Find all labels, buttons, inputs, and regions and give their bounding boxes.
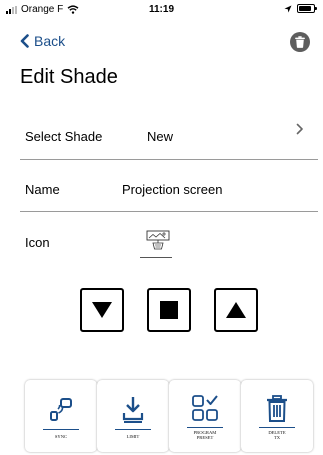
stop-button[interactable] — [147, 288, 191, 332]
triangle-up-icon — [226, 302, 246, 318]
limit-button[interactable]: LIMIT — [97, 380, 169, 452]
battery-level — [299, 6, 311, 11]
name-field[interactable]: Projection screen — [122, 182, 222, 197]
page-title: Edit Shade — [20, 66, 118, 88]
projection-screen-icon[interactable] — [144, 228, 172, 256]
limit-icon — [122, 397, 144, 423]
tile-underline — [187, 427, 223, 428]
sync-label: SYNC — [54, 434, 68, 439]
select-shade-value: New — [147, 129, 174, 144]
back-label: Back — [34, 33, 66, 49]
divider — [20, 211, 318, 212]
tile-underline — [43, 429, 79, 430]
icon-label: Icon — [25, 235, 50, 250]
select-shade-label: Select Shade — [25, 129, 103, 144]
chevron-left-icon — [20, 34, 29, 48]
limit-label: LIMIT — [126, 434, 140, 439]
delete-tx-icon — [267, 395, 287, 422]
delete-tx-button[interactable]: DELETE TX — [241, 380, 313, 452]
status-time: 11:19 — [148, 4, 175, 15]
triangle-down-icon — [92, 302, 112, 318]
name-label: Name — [25, 182, 60, 197]
program-preset-icon — [192, 395, 218, 421]
tile-underline — [115, 429, 151, 430]
delete-shade-button[interactable] — [290, 32, 310, 52]
delete-tx-label-line2: TX — [273, 435, 281, 440]
trash-icon — [295, 36, 305, 48]
chevron-right-icon[interactable] — [296, 123, 304, 135]
tile-underline — [259, 427, 295, 428]
icon-underline — [140, 257, 172, 258]
square-stop-icon — [160, 301, 178, 319]
sync-icon — [50, 398, 72, 421]
program-preset-button[interactable]: PROGRAM PRESET — [169, 380, 241, 452]
location-icon — [284, 5, 292, 12]
divider — [20, 159, 318, 160]
battery-icon — [297, 4, 317, 13]
back-button[interactable]: Back — [20, 33, 65, 49]
status-bar: Orange F 11:19 — [0, 0, 323, 20]
down-button[interactable] — [80, 288, 124, 332]
status-right — [284, 4, 317, 13]
up-button[interactable] — [214, 288, 258, 332]
sync-button[interactable]: SYNC — [25, 380, 97, 452]
program-preset-label-line2: PRESET — [196, 435, 214, 440]
